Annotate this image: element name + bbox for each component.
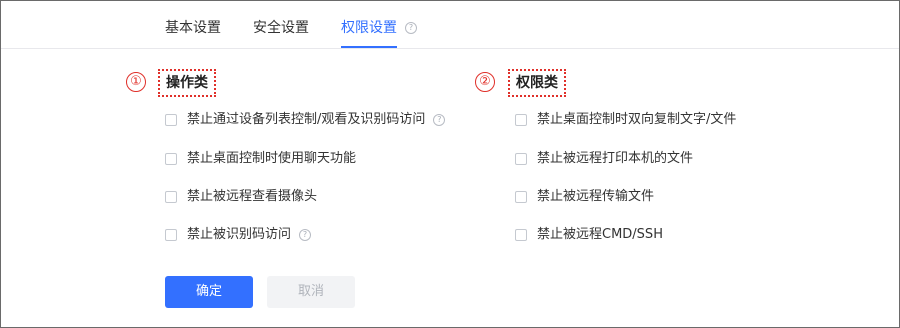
annotation-marker-2: ② [475,72,495,92]
section-title-operation: 操作类 [158,69,216,97]
tab-permission-settings-label: 权限设置 [341,20,397,36]
checkbox[interactable] [515,191,527,203]
option-label: 禁止被远程CMD/SSH [537,227,663,242]
settings-panel: 基本设置 安全设置 权限设置 ? ① 操作类 禁止通过设备列表控制/观看及识别码… [0,0,900,328]
option-label: 禁止桌面控制时使用聊天功能 [187,151,357,166]
tab-security-settings[interactable]: 安全设置 [253,18,309,38]
cancel-button[interactable]: 取消 [267,276,355,308]
option-disable-remote-cmd[interactable]: 禁止被远程CMD/SSH [515,225,663,245]
checkbox[interactable] [515,229,527,241]
checkbox[interactable] [165,191,177,203]
annotation-marker-1: ① [126,72,146,92]
option-disable-file-transfer[interactable]: 禁止被远程传输文件 [515,187,654,207]
option-label: 禁止被识别码访问 [187,227,292,242]
checkbox[interactable] [165,229,177,241]
checkbox[interactable] [165,153,177,165]
checkbox[interactable] [165,114,177,126]
tab-permission-settings[interactable]: 权限设置 [341,18,397,48]
section-title-permission: 权限类 [508,69,566,97]
option-label: 禁止被远程打印本机的文件 [537,151,694,166]
option-label: 禁止被远程查看摄像头 [187,189,318,204]
option-disable-chat[interactable]: 禁止桌面控制时使用聊天功能 [165,149,356,169]
checkbox[interactable] [515,114,527,126]
option-disable-code-access[interactable]: 禁止被识别码访问 ? [165,225,312,245]
option-label: 禁止桌面控制时双向复制文字/文件 [537,112,737,127]
checkbox[interactable] [515,153,527,165]
question-circle-icon[interactable]: ? [299,229,312,241]
question-circle-icon[interactable]: ? [405,22,417,34]
active-tab-indicator [341,46,397,48]
tab-basic-settings[interactable]: 基本设置 [165,18,221,38]
option-label: 禁止被远程传输文件 [537,189,655,204]
confirm-button[interactable]: 确定 [165,276,253,308]
option-label: 禁止通过设备列表控制/观看及识别码访问 [187,112,426,127]
option-disable-device-list-control[interactable]: 禁止通过设备列表控制/观看及识别码访问 ? [165,110,446,130]
option-disable-remote-print[interactable]: 禁止被远程打印本机的文件 [515,149,693,169]
tab-bar: 基本设置 安全设置 权限设置 ? [1,1,899,49]
option-disable-bidirectional-copy[interactable]: 禁止桌面控制时双向复制文字/文件 [515,110,736,130]
question-circle-icon[interactable]: ? [433,114,446,126]
option-disable-camera[interactable]: 禁止被远程查看摄像头 [165,187,317,207]
